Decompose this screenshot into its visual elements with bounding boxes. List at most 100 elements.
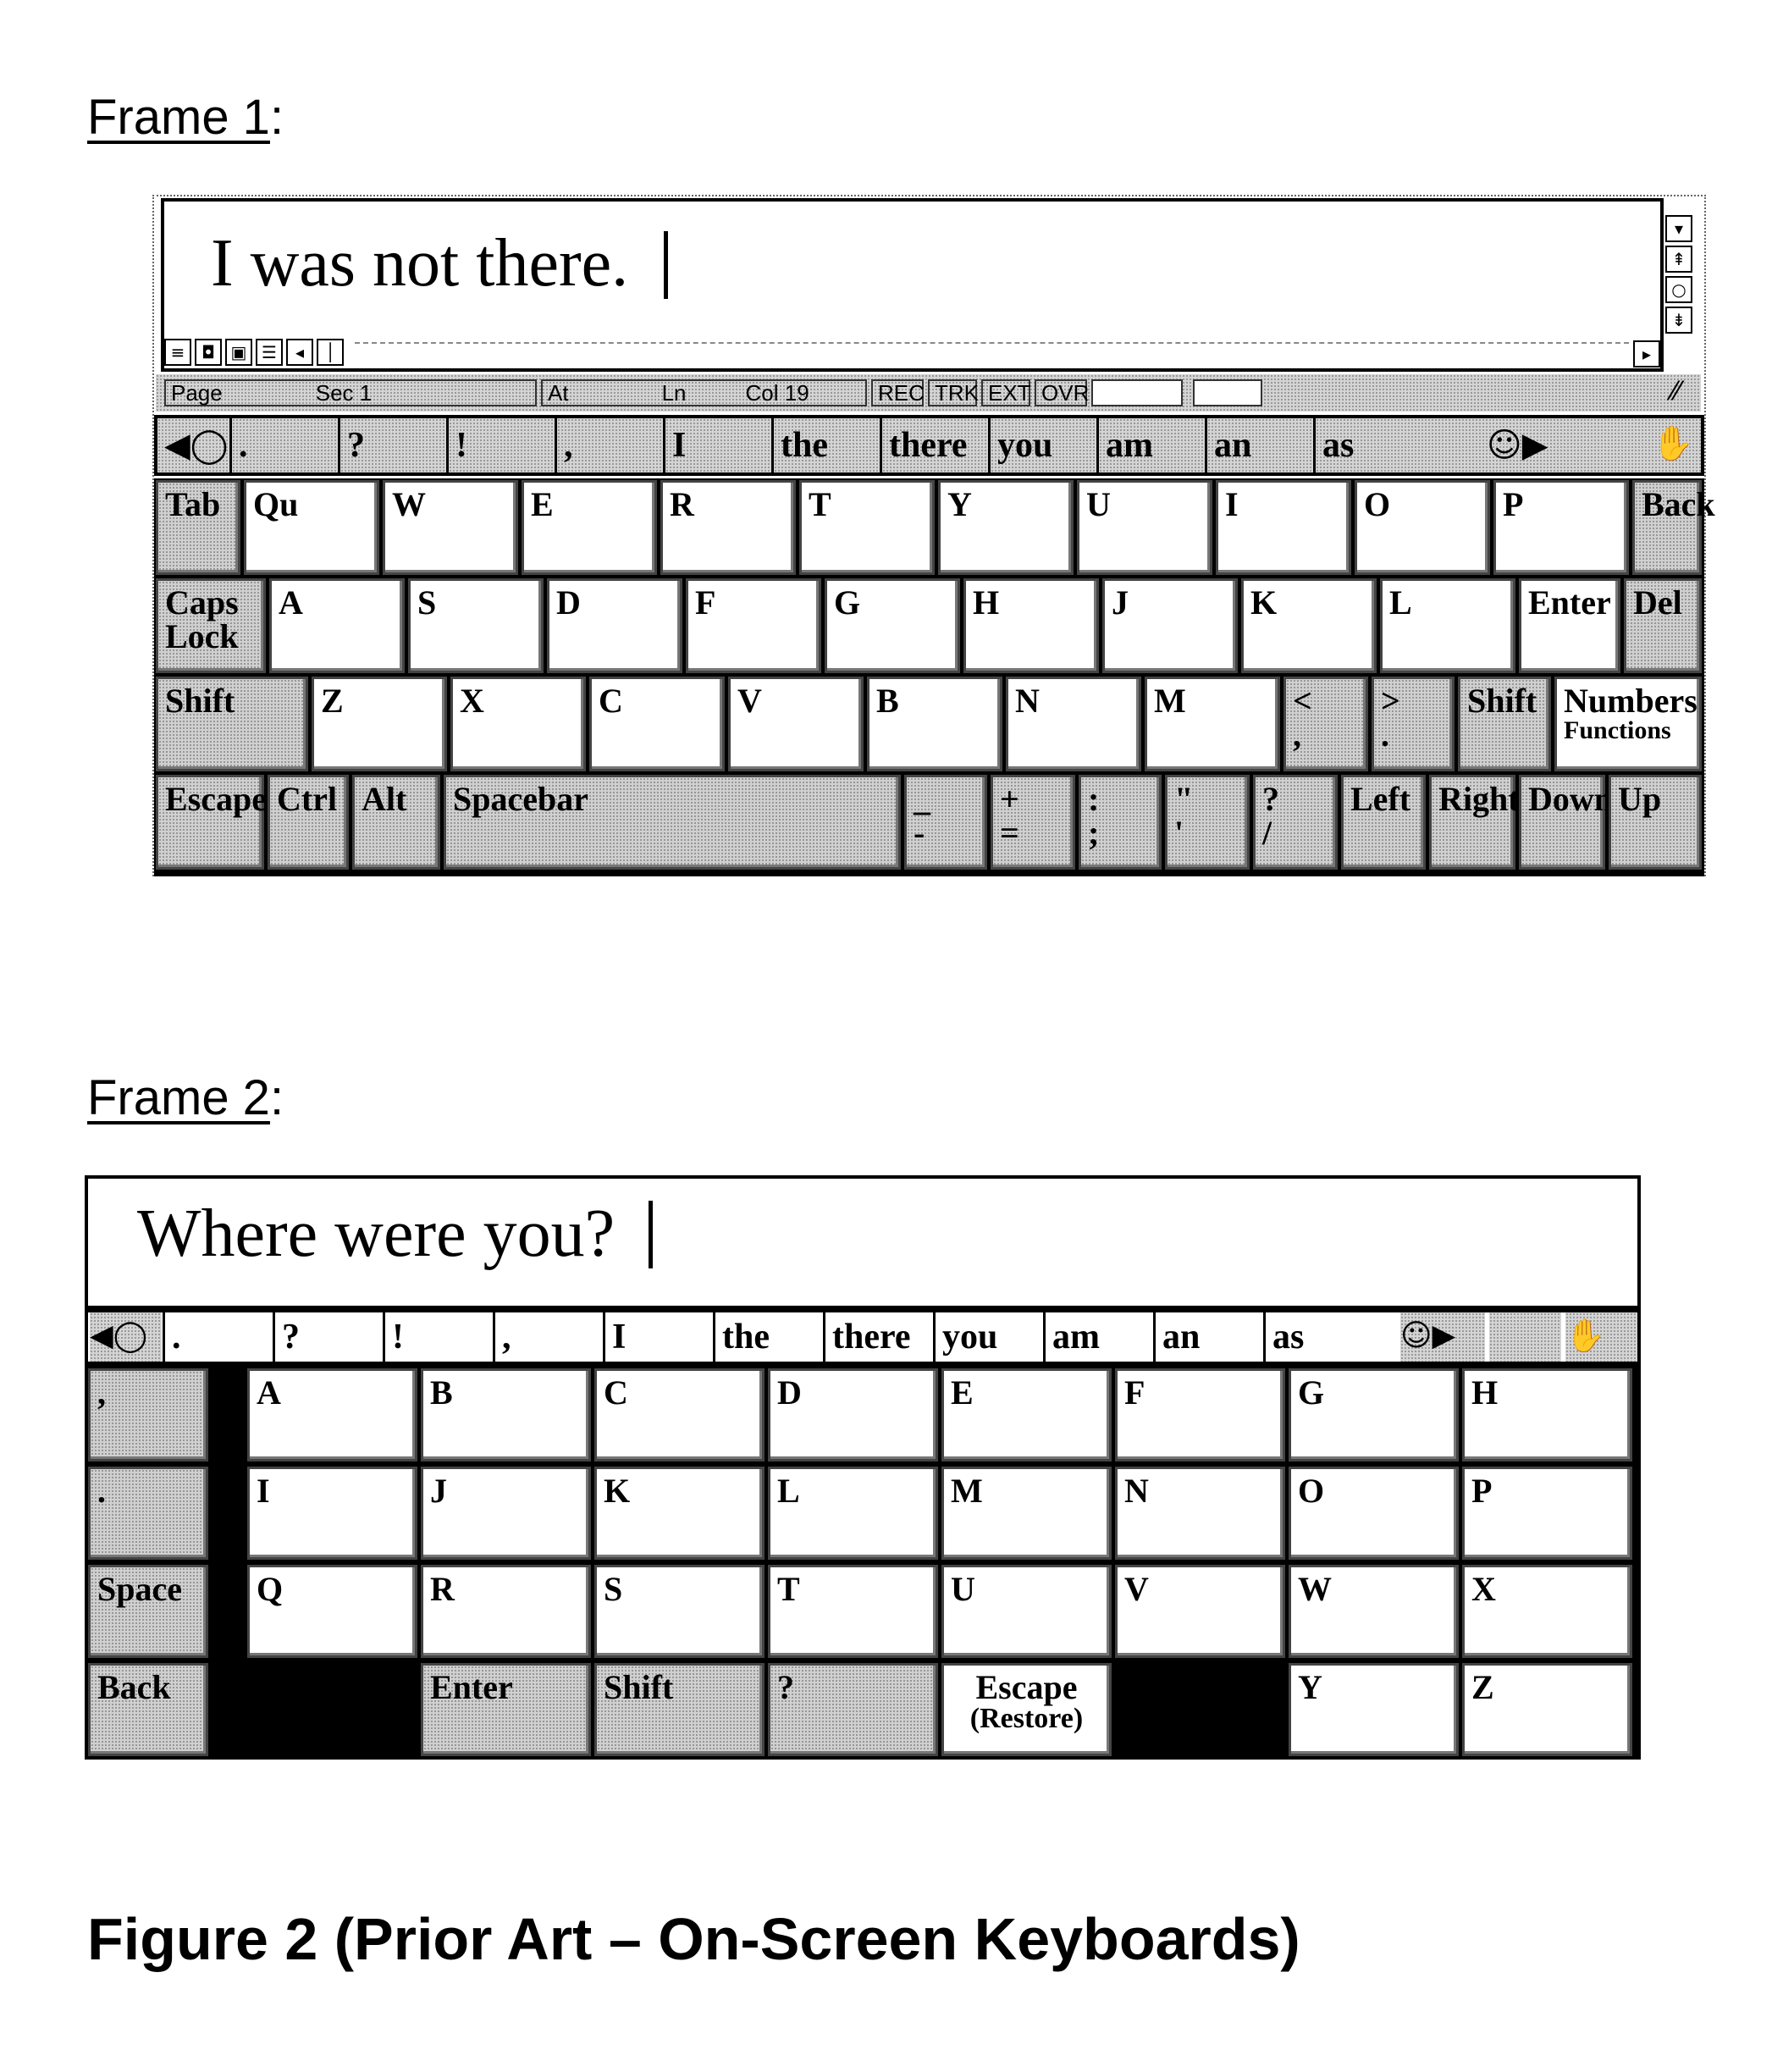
key-spacebar[interactable]: Spacebar — [444, 775, 901, 870]
key-symbol[interactable]: + = — [991, 775, 1075, 870]
status-ovr[interactable]: OVR — [1035, 379, 1089, 406]
key-n[interactable]: N — [1006, 677, 1141, 771]
key-h[interactable]: H — [1462, 1368, 1632, 1461]
word-suggestion[interactable]: am — [1043, 1312, 1153, 1362]
key-l[interactable]: L — [1380, 578, 1515, 673]
prev-words-icon[interactable]: ◀◯ — [164, 428, 229, 462]
scroll-thumb-icon[interactable]: │ — [317, 339, 344, 366]
key-symbol[interactable]: , — [88, 1368, 208, 1461]
next-words-icon[interactable]: ☺▶ — [1487, 428, 1548, 462]
key-qu[interactable]: Qu — [244, 480, 379, 575]
word-suggestion[interactable]: you — [988, 418, 1096, 472]
key-d[interactable]: D — [768, 1368, 938, 1461]
key-symbol[interactable]: ? / — [1253, 775, 1338, 870]
word-suggestion[interactable]: as — [1263, 1312, 1373, 1362]
status-rec[interactable]: REC — [871, 379, 925, 406]
select-browse-object-icon[interactable]: ○ — [1665, 276, 1692, 303]
word-suggestion[interactable]: . — [229, 418, 338, 472]
key-enter[interactable]: Enter — [421, 1663, 591, 1756]
key-c[interactable]: C — [589, 677, 725, 771]
blank-button-icon[interactable] — [1489, 1312, 1561, 1362]
page-view-icon[interactable]: ▣ — [225, 339, 252, 366]
key-symbol[interactable]: ? — [768, 1663, 938, 1756]
key-i[interactable]: I — [247, 1467, 417, 1560]
key-t[interactable]: T — [799, 480, 935, 575]
previous-page-icon[interactable]: ⇞ — [1665, 246, 1692, 273]
key-v[interactable]: V — [1115, 1565, 1285, 1658]
word-suggestion[interactable]: an — [1205, 418, 1313, 472]
key-l[interactable]: L — [768, 1467, 938, 1560]
key-shift[interactable]: Shift — [1458, 677, 1551, 771]
word-suggestion[interactable]: there — [880, 418, 988, 472]
key-d[interactable]: D — [547, 578, 682, 673]
key-j[interactable]: J — [421, 1467, 591, 1560]
key-alt[interactable]: Alt — [352, 775, 440, 870]
key-f[interactable]: F — [1115, 1368, 1285, 1461]
key-k[interactable]: K — [594, 1467, 765, 1560]
key-g[interactable]: G — [1289, 1368, 1459, 1461]
key-p[interactable]: P — [1493, 480, 1629, 575]
key-g[interactable]: G — [825, 578, 960, 673]
key-w[interactable]: W — [1289, 1565, 1459, 1658]
key-s[interactable]: S — [594, 1565, 765, 1658]
key-symbol[interactable]: :; — [1079, 775, 1162, 870]
key-y[interactable]: Y — [1289, 1663, 1459, 1756]
key-t[interactable]: T — [768, 1565, 938, 1658]
prev-words-icon[interactable]: ◀◯ — [90, 1312, 162, 1362]
scroll-down-icon[interactable]: ▾ — [1665, 215, 1692, 242]
key-down[interactable]: Down — [1519, 775, 1613, 870]
normal-view-icon[interactable]: ≡ — [164, 339, 191, 366]
key-symbol[interactable]: . — [88, 1467, 208, 1560]
key-r[interactable]: R — [660, 480, 796, 575]
status-trk[interactable]: TRK — [928, 379, 979, 406]
key-r[interactable]: R — [421, 1565, 591, 1658]
web-view-icon[interactable]: ◘ — [195, 339, 222, 366]
hand-options-icon[interactable]: ✋ — [1565, 1312, 1637, 1362]
outline-view-icon[interactable]: ☰ — [256, 339, 283, 366]
key-u[interactable]: U — [1077, 480, 1212, 575]
key-q[interactable]: Q — [247, 1565, 417, 1658]
key-right[interactable]: Right — [1429, 775, 1520, 870]
word-suggestion[interactable]: . — [163, 1312, 273, 1362]
scroll-right-icon[interactable]: ▸ — [1633, 340, 1660, 367]
key-w[interactable]: W — [383, 480, 518, 575]
key-tab[interactable]: Tab — [156, 480, 240, 575]
key-a[interactable]: A — [269, 578, 405, 673]
key-left[interactable]: Left — [1341, 775, 1426, 870]
key-symbol[interactable]: _ - — [904, 775, 987, 870]
key-symbol[interactable]: " ' — [1165, 775, 1250, 870]
word-suggestion[interactable]: there — [823, 1312, 933, 1362]
key-p[interactable]: P — [1462, 1467, 1632, 1560]
key-ctrl[interactable]: Ctrl — [268, 775, 349, 870]
word-suggestion[interactable]: ! — [446, 418, 555, 472]
status-ext[interactable]: EXT — [981, 379, 1031, 406]
key-z[interactable]: Z — [312, 677, 447, 771]
key-z[interactable]: Z — [1462, 1663, 1632, 1756]
key-symbol[interactable]: >. — [1372, 677, 1455, 771]
hand-options-icon[interactable]: ✋ — [1652, 427, 1694, 461]
key-v[interactable]: V — [728, 677, 864, 771]
key-back[interactable]: Back — [1632, 480, 1715, 575]
next-words-icon[interactable]: ☺▶ — [1400, 1312, 1485, 1362]
word-suggestion[interactable]: as — [1313, 418, 1421, 472]
key-y[interactable]: Y — [938, 480, 1074, 575]
key-escape[interactable]: Escape — [156, 775, 267, 870]
key-up[interactable]: Up — [1609, 775, 1702, 870]
key-u[interactable]: U — [941, 1565, 1112, 1658]
key-i[interactable]: I — [1216, 480, 1351, 575]
resize-grip-icon[interactable]: ⁄⁄ — [1671, 379, 1680, 405]
key-escape[interactable]: Escape (Restore) — [941, 1663, 1112, 1756]
vertical-scrollbar[interactable]: ▾ ⇞ ○ ⇟ — [1664, 198, 1697, 342]
key-m[interactable]: M — [1145, 677, 1280, 771]
word-suggestion[interactable]: an — [1153, 1312, 1263, 1362]
key-c[interactable]: C — [594, 1368, 765, 1461]
next-page-icon[interactable]: ⇟ — [1665, 307, 1692, 334]
key-symbol[interactable]: <, — [1283, 677, 1368, 771]
word-suggestion[interactable]: ! — [383, 1312, 493, 1362]
word-suggestion[interactable]: ? — [273, 1312, 383, 1362]
frame2-text-area[interactable]: Where were you? — [85, 1175, 1641, 1309]
key-b[interactable]: B — [867, 677, 1002, 771]
key-x[interactable]: X — [450, 677, 586, 771]
key-f[interactable]: F — [686, 578, 821, 673]
key-o[interactable]: O — [1355, 480, 1490, 575]
